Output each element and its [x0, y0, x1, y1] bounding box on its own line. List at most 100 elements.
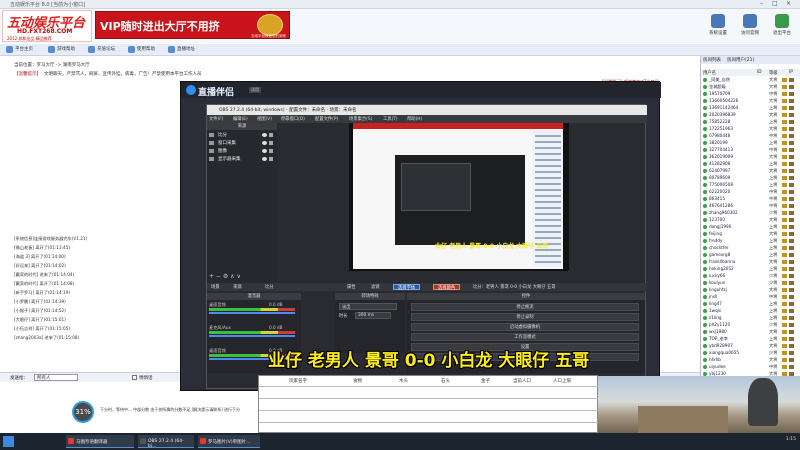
close-button[interactable]: ×	[786, 0, 791, 7]
col-level[interactable]: 等级	[769, 70, 778, 76]
user-row[interactable]: xiangqua0655 少将	[701, 350, 800, 357]
user-row[interactable]: 123700 大将	[701, 217, 800, 224]
volume-slider[interactable]	[209, 335, 295, 337]
user-row[interactable]: kouiyun 少将	[701, 280, 800, 287]
user-row[interactable]: 327704413 中将	[701, 147, 800, 154]
eye-icon[interactable]	[262, 149, 267, 153]
user-row[interactable]: hoking2052 上将	[701, 266, 800, 273]
user-row[interactable]: 41282908 上将	[701, 161, 800, 168]
exit-button[interactable]: 退出平台	[767, 14, 797, 36]
source-item[interactable]: 显示器采集	[209, 156, 273, 163]
user-row[interactable]: 13660504226 大将	[701, 98, 800, 105]
user-row[interactable]: jnsll 中将	[701, 294, 800, 301]
user-row[interactable]: dongj1990 上将	[701, 224, 800, 231]
menu-tools[interactable]: 工具(T)	[383, 116, 398, 122]
user-row[interactable]: 07980448 中将	[701, 133, 800, 140]
preview-canvas[interactable]: 业仔 老男人 景哥 0-0 小白龙 大眼仔 五哥	[349, 123, 569, 271]
user-row[interactable]: 467641286 中将	[701, 203, 800, 210]
source-item[interactable]: 图像	[209, 148, 273, 155]
tab-scenes[interactable]: 场景	[211, 284, 220, 290]
user-row[interactable]: 金城超级 大将	[701, 84, 800, 91]
menu-file[interactable]: 文件(F)	[209, 116, 223, 122]
lock-icon[interactable]	[269, 157, 273, 161]
nav-game-help[interactable]: 游戏帮助	[48, 46, 75, 54]
user-row[interactable]: 863415 中将	[701, 196, 800, 203]
user-row[interactable]: ybd928907 大将	[701, 343, 800, 350]
lock-icon[interactable]	[269, 141, 273, 145]
whisper-checkbox[interactable]	[132, 375, 137, 380]
stop-streaming-button[interactable]: 停止推流	[411, 303, 639, 311]
website-button[interactable]: 访问官网	[735, 14, 765, 36]
user-row[interactable]: feijing 大将	[701, 231, 800, 238]
user-row[interactable]: 62220020 中将	[701, 189, 800, 196]
filters-button[interactable]: 滤镜	[371, 284, 380, 290]
col-username[interactable]: 用户名	[703, 70, 716, 76]
recipient-select[interactable]: 所有人	[34, 374, 78, 381]
user-row[interactable]: ph2y1120 少将	[701, 322, 800, 329]
user-row[interactable]: freddy 上将	[701, 238, 800, 245]
user-row[interactable]: ling47 上将	[701, 301, 800, 308]
user-row[interactable]: 3820199 上将	[701, 140, 800, 147]
tab-room-users[interactable]: 房间用户(21)	[727, 57, 754, 63]
taskbar-item[interactable]: 马图奈语翻译器	[66, 435, 134, 448]
select-color-button[interactable]: 选择颜色	[433, 284, 461, 291]
user-row[interactable]: 62407997 大将	[701, 168, 800, 175]
user-row[interactable]: chocktfer 上将	[701, 245, 800, 252]
nav-forum[interactable]: 充值论坛	[88, 46, 115, 54]
maximize-button[interactable]: □	[772, 0, 778, 7]
nav-home[interactable]: 平台主页	[6, 46, 33, 54]
studio-mode-button[interactable]: 工作室模式	[411, 333, 639, 341]
stop-recording-button[interactable]: 停止录制	[411, 313, 639, 321]
user-row[interactable]: _同美_自然 大将	[701, 77, 800, 84]
properties-button[interactable]: 属性	[347, 284, 356, 290]
volume-slider[interactable]	[209, 312, 295, 314]
user-row[interactable]: 80789609 上将	[701, 175, 800, 182]
start-icon[interactable]	[3, 436, 14, 447]
minimize-button[interactable]: –	[760, 0, 763, 7]
nav-live-url[interactable]: 直播地址	[168, 46, 195, 54]
user-row[interactable]: 775006508 上将	[701, 182, 800, 189]
duration-input[interactable]: 300 ms	[355, 312, 391, 319]
taskbar-item[interactable]: 罗马图片(V)单图片...	[198, 435, 260, 448]
source-item[interactable]: 比分	[209, 132, 273, 139]
taskbar-item[interactable]: OBS 27.2.4 (64-bi...	[138, 435, 194, 449]
lock-icon[interactable]	[269, 133, 273, 137]
user-row[interactable]: 2020396839 大将	[701, 112, 800, 119]
mixer-channel[interactable]: 麦克风/Aux 0.0 dB	[209, 325, 299, 345]
user-row[interactable]: 362019009 大将	[701, 154, 800, 161]
user-row[interactable]: uiyudee 中将	[701, 364, 800, 371]
text-source-content[interactable]: 比分：老男人 景哥 0-0 小白龙 大眼仔 五哥	[473, 284, 556, 290]
tab-rooms[interactable]: 房间列表	[703, 57, 721, 63]
user-row[interactable]: 13691142464 上将	[701, 105, 800, 112]
user-row[interactable]: linguhfzj 大将	[701, 287, 800, 294]
user-row[interactable]: gamexrg8 上将	[701, 252, 800, 259]
virtual-camera-button[interactable]: 启动虚拟摄像机	[411, 323, 639, 331]
source-item[interactable]: 窗口采集	[209, 140, 273, 147]
user-row[interactable]: 75852228 上将	[701, 119, 800, 126]
menu-view[interactable]: 视图(V)	[257, 116, 272, 122]
eye-icon[interactable]	[262, 141, 267, 145]
tab-sources[interactable]: 来源	[233, 284, 242, 290]
eye-icon[interactable]	[262, 157, 267, 161]
nav-usage-help[interactable]: 使用帮助	[128, 46, 155, 54]
user-row[interactable]: zhang960302 少将	[701, 210, 800, 217]
user-row[interactable]: 19570709 中将	[701, 91, 800, 98]
user-row[interactable]: wxj1980 大将	[701, 329, 800, 336]
vip-banner[interactable]: VIP随时进出大厅不用挤 五动平台欢迎您的到来	[95, 11, 290, 39]
user-row[interactable]: z1ling 上将	[701, 315, 800, 322]
menu-scenes[interactable]: 场景集合(S)	[349, 116, 372, 122]
menu-profile[interactable]: 配置文件(P)	[315, 116, 338, 122]
col-ip[interactable]: IP	[789, 70, 793, 75]
user-row[interactable]: lucky66 少将	[701, 273, 800, 280]
user-row[interactable]: 172251963 大将	[701, 126, 800, 133]
mixer-channel[interactable]: 桌面音频 0.0 dB	[209, 302, 299, 322]
user-row[interactable]: TOP_老李 上将	[701, 336, 800, 343]
transition-select[interactable]: 淡出	[339, 303, 397, 310]
settings-button[interactable]: 系统设置	[703, 14, 733, 36]
source-add-remove-icons[interactable]: + − ⚙ ∧ ∨	[209, 273, 241, 280]
user-row[interactable]: 1wqis 上将	[701, 308, 800, 315]
col-id[interactable]: ID	[757, 70, 762, 75]
menu-docks[interactable]: 停靠窗口(D)	[281, 116, 305, 122]
lock-icon[interactable]	[269, 149, 273, 153]
user-row[interactable]: frankllbanna 大将	[701, 259, 800, 266]
